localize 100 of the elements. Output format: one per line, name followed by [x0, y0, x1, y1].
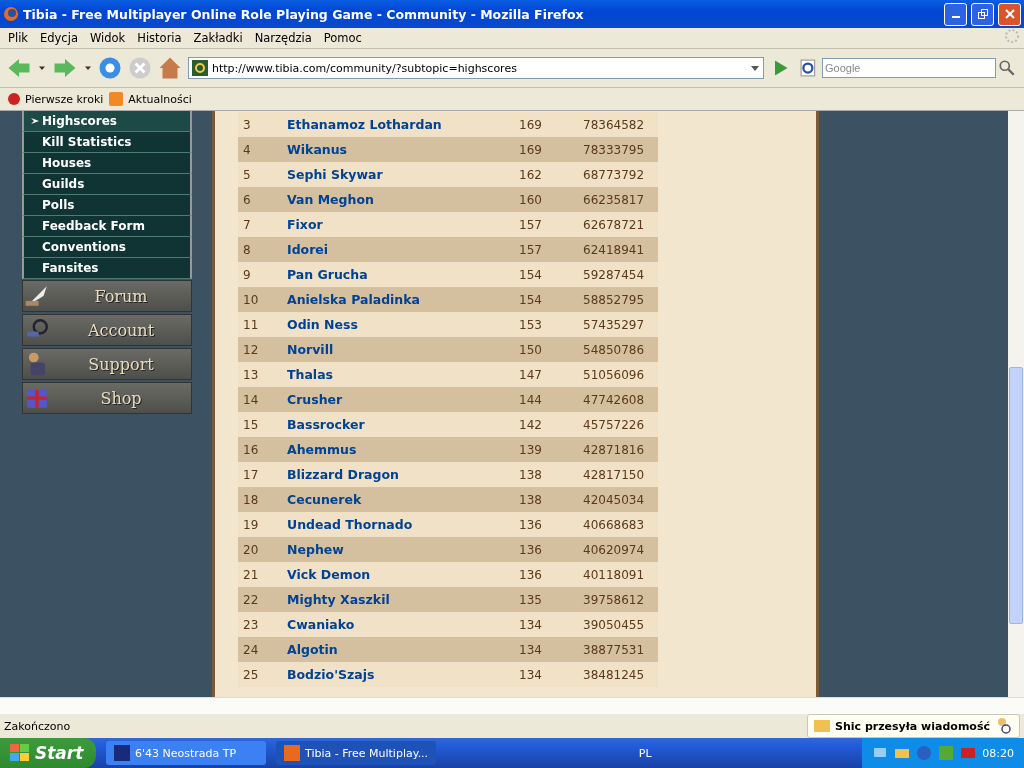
level-cell-text: 154	[518, 266, 543, 284]
sidebar-item[interactable]: Conventions	[22, 237, 192, 258]
taskbar-task[interactable]: Tibia - Free Multiplay...	[276, 741, 436, 765]
player-link[interactable]: Undead Thornado	[282, 512, 512, 537]
rank-cell-text: 20	[242, 541, 260, 559]
rank-cell-text: 14	[242, 391, 260, 409]
reload-icon	[98, 56, 122, 80]
player-link[interactable]: Vick Demon	[282, 562, 512, 587]
player-link[interactable]: Ethanamoz Lothardan	[282, 112, 512, 137]
horizontal-scrollbar[interactable]	[0, 697, 1024, 714]
level-cell-text: 139	[518, 441, 543, 459]
menu-item[interactable]: Pomoc	[319, 31, 366, 45]
sidebar-item[interactable]: Kill Statistics	[22, 132, 192, 153]
player-link[interactable]: Crusher	[282, 387, 512, 412]
rank-cell-text: 5	[242, 166, 252, 184]
rank-cell-text: 11	[242, 316, 260, 334]
player-link[interactable]: Van Meghon	[282, 187, 512, 212]
player-link[interactable]: Sephi Skywar	[282, 162, 512, 187]
player-link[interactable]: Anielska Paladinka	[282, 287, 512, 312]
level-cell-text: 134	[518, 641, 543, 659]
rank-cell-text: 7	[242, 216, 252, 234]
player-link[interactable]: Odin Ness	[282, 312, 512, 337]
tray-app-icon	[938, 745, 955, 761]
rank-cell-text: 25	[242, 666, 260, 684]
rank-cell-text: 8	[242, 241, 252, 259]
menu-item[interactable]: Plik	[4, 31, 32, 45]
player-link[interactable]: Blizzard Dragon	[282, 462, 512, 487]
player-link[interactable]: Ahemmus	[282, 437, 512, 462]
sidebar-button[interactable]: Forum	[22, 280, 192, 312]
player-link[interactable]: Norvill	[282, 337, 512, 362]
stop-icon	[128, 56, 152, 80]
points-cell-text: 78364582	[582, 116, 646, 134]
points-cell-text: 47742608	[582, 391, 646, 409]
player-link[interactable]: Pan Grucha	[282, 262, 512, 287]
address-bar[interactable]: http://www.tibia.com/community/?subtopic=highscores	[188, 57, 764, 79]
rank-cell-text: 19	[242, 516, 260, 534]
player-link[interactable]: Cwaniako	[282, 612, 512, 637]
sidebar-item[interactable]: Guilds	[22, 174, 192, 195]
menu-item[interactable]: Historia	[133, 31, 186, 45]
menu-item[interactable]: Narzędzia	[250, 31, 316, 45]
sidebar-item[interactable]: Houses	[22, 153, 192, 174]
rank-cell-text: 10	[242, 291, 260, 309]
level-cell-text: 135	[518, 591, 543, 609]
sidebar-item[interactable]: Highscores	[22, 111, 192, 132]
sidebar-item[interactable]: Fansites	[22, 258, 192, 279]
player-link[interactable]: Fixor	[282, 212, 512, 237]
level-cell-text: 138	[518, 466, 543, 484]
player-link[interactable]: Mighty Xaszkil	[282, 587, 512, 612]
start-button[interactable]: Start	[0, 738, 96, 768]
rank-cell-text: 21	[242, 566, 260, 584]
menu-item[interactable]: Widok	[85, 31, 130, 45]
level-cell-text: 136	[518, 541, 543, 559]
sidebar-button[interactable]: Support	[22, 348, 192, 380]
player-link[interactable]: Idorei	[282, 237, 512, 262]
player-link[interactable]: Algotin	[282, 637, 512, 662]
points-cell-text: 66235817	[582, 191, 646, 209]
sidebar-item[interactable]: Polls	[22, 195, 192, 216]
language-indicator[interactable]: PL	[638, 746, 652, 760]
points-cell-text: 38481245	[582, 666, 646, 684]
level-cell-text: 136	[518, 516, 543, 534]
points-cell-text: 40118091	[582, 566, 646, 584]
menu-item[interactable]: Zakładki	[189, 31, 247, 45]
restore-button[interactable]	[971, 2, 994, 26]
player-link[interactable]: Wikanus	[282, 137, 512, 162]
level-cell-text: 154	[518, 291, 543, 309]
points-cell-text: 45757226	[582, 416, 646, 434]
rank-cell-text: 17	[242, 466, 260, 484]
close-button[interactable]	[998, 2, 1021, 26]
level-cell-text: 162	[518, 166, 543, 184]
sidebar-button[interactable]: Shop	[22, 382, 192, 414]
menu-item[interactable]: Edycja	[36, 31, 82, 45]
level-cell-text: 169	[518, 116, 543, 134]
points-cell-text: 57435297	[582, 316, 646, 334]
throbber-icon	[1004, 28, 1020, 44]
level-cell-text: 147	[518, 366, 543, 384]
level-cell-text: 144	[518, 391, 543, 409]
points-cell-text: 39758612	[582, 591, 646, 609]
back-arrow-icon	[6, 56, 32, 80]
bookmark-label[interactable]: Pierwsze kroki	[25, 92, 104, 106]
caret-icon	[84, 64, 92, 72]
bookmark-label[interactable]: Aktualności	[128, 92, 192, 106]
player-link[interactable]: Bodzio'Szajs	[282, 662, 512, 687]
points-cell-text: 78333795	[582, 141, 646, 159]
rank-cell-text: 12	[242, 341, 260, 359]
notification-popup[interactable]: Shic przesyła wiadomość	[807, 714, 1020, 738]
vertical-scrollbar[interactable]	[1008, 111, 1024, 697]
player-link[interactable]: Cecunerek	[282, 487, 512, 512]
sidebar-button[interactable]: Account	[22, 314, 192, 346]
rank-cell-text: 6	[242, 191, 252, 209]
taskbar-task[interactable]: 6'43 Neostrada TP	[106, 741, 266, 765]
player-link[interactable]: Bassrocker	[282, 412, 512, 437]
rank-cell-text: 24	[242, 641, 260, 659]
app-icon	[114, 745, 130, 761]
minimize-button[interactable]	[944, 2, 967, 26]
close-icon	[1004, 9, 1015, 19]
sidebar-item[interactable]: Feedback Form	[22, 216, 192, 237]
player-link[interactable]: Thalas	[282, 362, 512, 387]
search-field[interactable]: Google	[822, 58, 996, 78]
player-link[interactable]: Nephew	[282, 537, 512, 562]
rank-cell-text: 18	[242, 491, 260, 509]
